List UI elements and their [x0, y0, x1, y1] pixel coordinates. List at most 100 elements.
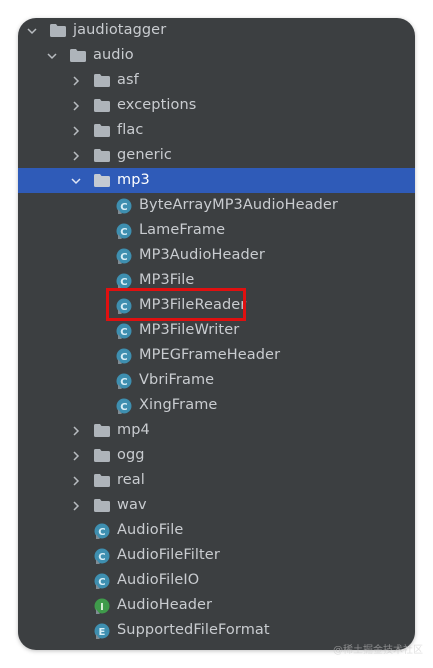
chevron-right-icon[interactable] — [70, 425, 82, 437]
class-icon: C — [116, 273, 132, 289]
tree-node-label: asf — [117, 72, 139, 88]
tree-node-class[interactable]: C ByteArrayMP3AudioHeader — [18, 193, 415, 218]
chevron-right-icon[interactable] — [70, 75, 82, 87]
tree-node-label: real — [117, 472, 145, 488]
folder-icon — [94, 74, 110, 87]
tree-node-interface[interactable]: I AudioHeader — [18, 593, 415, 618]
watermark: @稀土掘金技术社区 — [333, 645, 423, 656]
tree-node-class-mp3filereader[interactable]: C MP3FileReader — [18, 293, 415, 318]
svg-text:C: C — [120, 227, 127, 238]
tree-node-exceptions[interactable]: exceptions — [18, 93, 415, 118]
tree-node-class[interactable]: C MP3File — [18, 268, 415, 293]
tree-node-label: XingFrame — [139, 397, 218, 413]
tree-node-label: SupportedFileFormat — [117, 622, 270, 638]
tree-node-wav[interactable]: wav — [18, 493, 415, 518]
svg-text:E: E — [99, 627, 106, 638]
tree-node-label: jaudiotagger — [73, 22, 167, 38]
tree-node-class[interactable]: C MPEGFrameHeader — [18, 343, 415, 368]
class-icon: C — [116, 398, 132, 414]
tree-node-audio[interactable]: audio — [18, 43, 415, 68]
tree-node-jaudiotagger[interactable]: jaudiotagger — [18, 18, 415, 43]
class-icon: C — [116, 323, 132, 339]
class-icon: C — [116, 248, 132, 264]
chevron-right-icon[interactable] — [70, 125, 82, 137]
svg-text:C: C — [98, 577, 105, 588]
tree-node-label: AudioHeader — [117, 597, 213, 613]
tree-node-label: mp3 — [117, 172, 150, 188]
folder-icon — [94, 499, 110, 512]
project-tree-panel: jaudiotagger audio asf exceptions flac g… — [18, 18, 415, 650]
svg-text:I: I — [100, 602, 104, 613]
class-icon: C — [116, 223, 132, 239]
chevron-right-icon[interactable] — [70, 100, 82, 112]
tree-node-real[interactable]: real — [18, 468, 415, 493]
svg-text:C: C — [120, 202, 127, 213]
svg-text:C: C — [120, 377, 127, 388]
folder-icon — [94, 474, 110, 487]
folder-icon — [94, 449, 110, 462]
folder-icon — [94, 174, 110, 187]
svg-text:C: C — [120, 277, 127, 288]
tree-node-label: MP3File — [139, 272, 195, 288]
tree-node-class[interactable]: C MP3AudioHeader — [18, 243, 415, 268]
svg-text:C: C — [120, 327, 127, 338]
tree-node-label: VbriFrame — [139, 372, 215, 388]
chevron-down-icon[interactable] — [26, 25, 38, 37]
svg-text:C: C — [120, 252, 127, 263]
tree-node-label: ogg — [117, 447, 145, 463]
tree-node-label: MPEGFrameHeader — [139, 347, 281, 363]
tree-node-label: MP3FileReader — [139, 297, 247, 313]
tree-node-label: generic — [117, 147, 172, 163]
class-icon: C — [116, 298, 132, 314]
tree-node-mp3[interactable]: mp3 — [18, 168, 415, 193]
tree-node-label: ByteArrayMP3AudioHeader — [139, 197, 338, 213]
svg-text:C: C — [120, 302, 127, 313]
class-icon: C — [94, 573, 110, 589]
tree-node-class[interactable]: C AudioFileFilter — [18, 543, 415, 568]
tree-node-generic[interactable]: generic — [18, 143, 415, 168]
chevron-down-icon[interactable] — [70, 175, 82, 187]
tree-node-class[interactable]: C VbriFrame — [18, 368, 415, 393]
class-icon: C — [94, 523, 110, 539]
tree-node-ogg[interactable]: ogg — [18, 443, 415, 468]
tree-node-mp4[interactable]: mp4 — [18, 418, 415, 443]
class-icon: C — [116, 348, 132, 364]
svg-text:C: C — [120, 402, 127, 413]
folder-icon — [94, 424, 110, 437]
chevron-down-icon[interactable] — [46, 50, 58, 62]
tree-node-label: LameFrame — [139, 222, 226, 238]
tree-node-label: exceptions — [117, 97, 197, 113]
folder-icon — [50, 24, 66, 37]
tree-node-class[interactable]: C AudioFile — [18, 518, 415, 543]
chevron-right-icon[interactable] — [70, 150, 82, 162]
tree-node-class[interactable]: C LameFrame — [18, 218, 415, 243]
folder-icon — [94, 149, 110, 162]
tree-node-label: MP3AudioHeader — [139, 247, 265, 263]
tree-node-asf[interactable]: asf — [18, 68, 415, 93]
tree-node-label: AudioFileFilter — [117, 547, 220, 563]
svg-text:C: C — [120, 352, 127, 363]
enum-icon: E — [94, 623, 110, 639]
folder-icon — [94, 99, 110, 112]
folder-icon — [94, 124, 110, 137]
tree-node-label: AudioFileIO — [117, 572, 200, 588]
class-icon: C — [94, 548, 110, 564]
folder-icon — [70, 49, 86, 62]
tree-node-label: AudioFile — [117, 522, 184, 538]
chevron-right-icon[interactable] — [70, 450, 82, 462]
chevron-right-icon[interactable] — [70, 500, 82, 512]
svg-text:C: C — [98, 552, 105, 563]
chevron-right-icon[interactable] — [70, 475, 82, 487]
tree-node-class[interactable]: C MP3FileWriter — [18, 318, 415, 343]
tree-node-flac[interactable]: flac — [18, 118, 415, 143]
class-icon: C — [116, 198, 132, 214]
tree-node-label: wav — [117, 497, 147, 513]
class-icon: C — [116, 373, 132, 389]
tree-node-label: mp4 — [117, 422, 150, 438]
tree-node-class[interactable]: C XingFrame — [18, 393, 415, 418]
tree-node-enum[interactable]: E SupportedFileFormat — [18, 618, 415, 643]
tree-node-label: flac — [117, 122, 144, 138]
interface-icon: I — [94, 598, 110, 614]
tree-node-class[interactable]: C AudioFileIO — [18, 568, 415, 593]
tree-node-label: MP3FileWriter — [139, 322, 240, 338]
